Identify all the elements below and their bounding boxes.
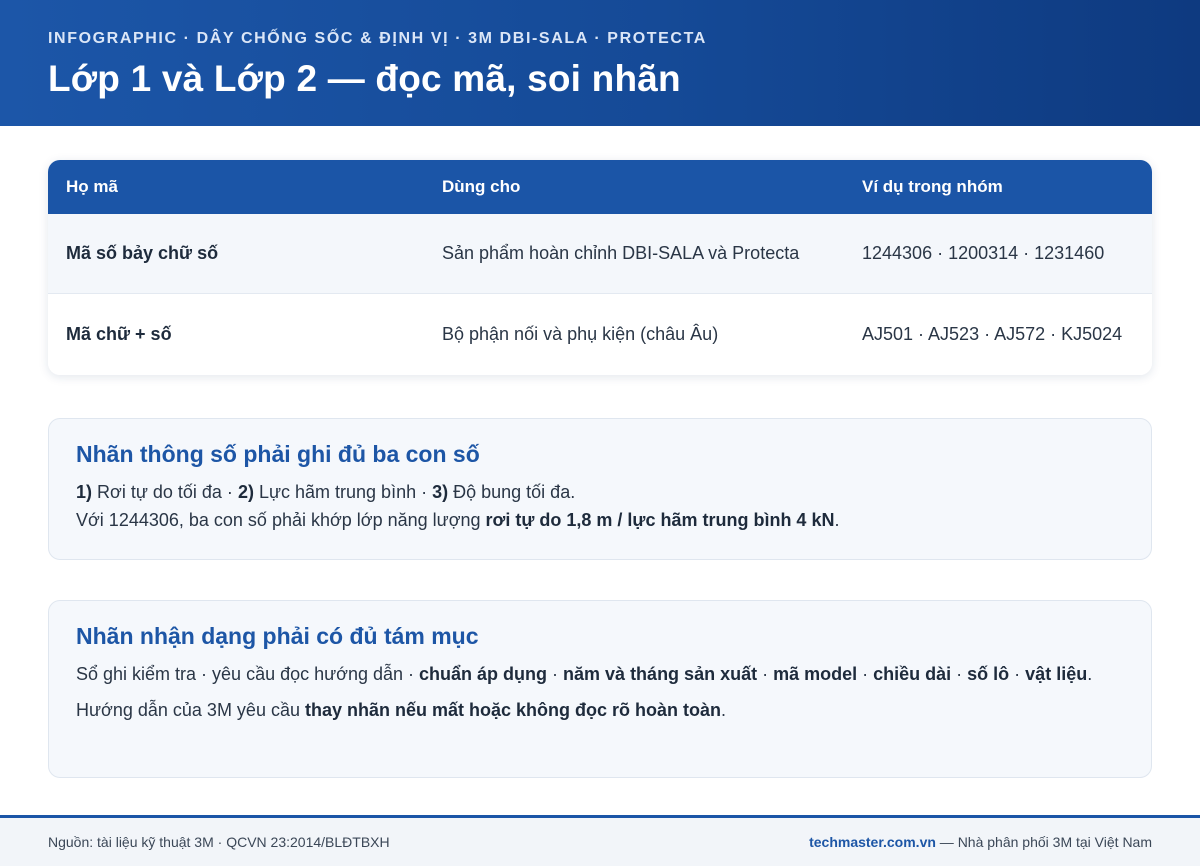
- spec-panel-heading: Nhãn thông số phải ghi đủ ba con số: [76, 441, 480, 467]
- table-row: Mã chữ + số Bộ phận nối và phụ kiện (châ…: [48, 294, 1152, 375]
- cell-use: Bộ phận nối và phụ kiện (châu Âu): [442, 324, 719, 344]
- text: Sổ ghi kiểm tra · yêu cầu đọc hướng dẫn …: [76, 664, 420, 684]
- separator: ·: [951, 664, 968, 684]
- spec-panel-line-1: 1) Rơi tự do tối đa · 2) Lực hãm trung b…: [76, 478, 1124, 506]
- text: Với 1244306, ba con số phải khớp lớp năn…: [76, 510, 486, 530]
- item-number: 2): [237, 482, 254, 502]
- highlight-text: năm và tháng sản xuất: [563, 664, 758, 684]
- cell-examples: AJ501 · AJ523 · AJ572 · KJ5024: [862, 324, 1123, 344]
- separator: ·: [1009, 664, 1026, 684]
- column-header-family: Họ mã: [66, 177, 118, 196]
- footer-source: Nguồn: tài liệu kỹ thuật 3M · QCVN 23:20…: [48, 834, 390, 850]
- separator: ·: [857, 664, 874, 684]
- cell-examples: 1244306 · 1200314 · 1231460: [862, 243, 1105, 263]
- column-header-use: Dùng cho: [442, 177, 521, 196]
- footer-site-link[interactable]: techmaster.com.vn: [809, 834, 936, 850]
- highlight-text: chuẩn áp dụng: [419, 664, 548, 684]
- separator: ·: [547, 664, 564, 684]
- item-text: Lực hãm trung bình ·: [253, 482, 433, 502]
- footer-distributor: techmaster.com.vn — Nhà phân phối 3M tại…: [809, 834, 1152, 850]
- highlight-text: vật liệu: [1025, 664, 1088, 684]
- cell-family: Mã chữ + số: [66, 324, 172, 344]
- code-family-table: Họ mã Dùng cho Ví dụ trong nhóm Mã số bả…: [48, 160, 1152, 375]
- text: Hướng dẫn của 3M yêu cầu: [76, 700, 305, 720]
- cell-family: Mã số bảy chữ số: [66, 243, 219, 263]
- item-text: Độ bung tối đa.: [448, 482, 576, 502]
- page-title: Lớp 1 và Lớp 2 — đọc mã, soi nhãn: [48, 58, 681, 99]
- highlight-text: rơi tự do 1,8 m / lực hãm trung bình 4 k…: [485, 510, 835, 530]
- text: .: [721, 700, 727, 720]
- column-header-examples: Ví dụ trong nhóm: [862, 177, 1003, 196]
- id-panel-line-2: Hướng dẫn của 3M yêu cầu thay nhãn nếu m…: [76, 696, 1124, 724]
- header-kicker: INFOGRAPHIC · DÂY CHỐNG SỐC & ĐỊNH VỊ · …: [48, 30, 707, 47]
- cell-use: Sản phẩm hoàn chỉnh DBI-SALA và Protecta: [442, 243, 800, 263]
- highlight-text: số lô: [967, 664, 1010, 684]
- item-text: Rơi tự do tối đa ·: [92, 482, 238, 502]
- spec-label-panel: Nhãn thông số phải ghi đủ ba con số 1) R…: [48, 418, 1152, 560]
- spec-panel-line-2: Với 1244306, ba con số phải khớp lớp năn…: [76, 506, 1124, 534]
- table-row: Mã số bảy chữ số Sản phẩm hoàn chỉnh DBI…: [48, 214, 1152, 294]
- highlight-text: mã model: [773, 664, 858, 684]
- text: .: [834, 510, 840, 530]
- highlight-text: thay nhãn nếu mất hoặc không đọc rõ hoàn…: [304, 700, 722, 720]
- highlight-text: chiều dài: [873, 664, 952, 684]
- text: .: [1087, 664, 1093, 684]
- id-panel-line-1: Sổ ghi kiểm tra · yêu cầu đọc hướng dẫn …: [76, 660, 1124, 688]
- table-header-row: Họ mã Dùng cho Ví dụ trong nhóm: [48, 160, 1152, 214]
- separator: ·: [757, 664, 774, 684]
- id-panel-heading: Nhãn nhận dạng phải có đủ tám mục: [76, 623, 479, 649]
- id-label-panel: Nhãn nhận dạng phải có đủ tám mục Sổ ghi…: [48, 600, 1152, 778]
- page-footer: Nguồn: tài liệu kỹ thuật 3M · QCVN 23:20…: [0, 815, 1200, 866]
- page-header: INFOGRAPHIC · DÂY CHỐNG SỐC & ĐỊNH VỊ · …: [0, 0, 1200, 126]
- item-number: 3): [432, 482, 449, 502]
- item-number: 1): [76, 482, 93, 502]
- footer-tagline: — Nhà phân phối 3M tại Việt Nam: [935, 834, 1152, 850]
